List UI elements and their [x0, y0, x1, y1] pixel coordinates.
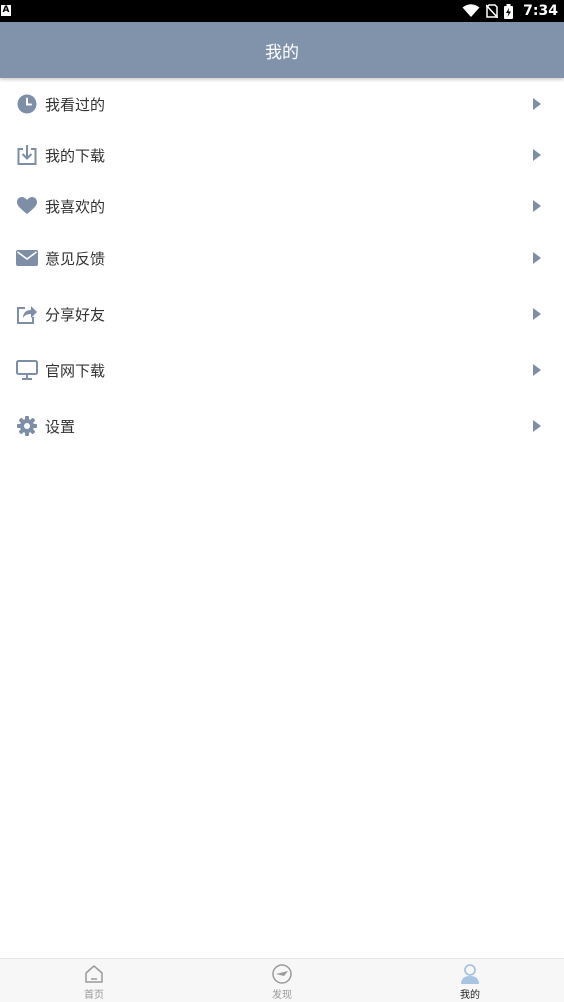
bottom-tab-bar: 首页 发现 我的 [0, 958, 564, 1002]
menu-item-label: 我喜欢的 [45, 197, 106, 216]
envelope-icon [16, 247, 38, 269]
tab-home[interactable]: 首页 [0, 959, 188, 1002]
clock: 7:34 [523, 3, 558, 19]
battery-charging-icon [504, 3, 514, 19]
menu-item-settings[interactable]: 设置 [0, 400, 564, 452]
tab-label: 发现 [272, 990, 292, 1001]
menu-item-history[interactable]: 我看过的 [0, 78, 564, 130]
notification-icon: A [1, 5, 11, 16]
chevron-right-icon [533, 98, 541, 110]
home-icon [85, 965, 103, 983]
menu-item-label: 我的下载 [45, 146, 106, 165]
chevron-right-icon [533, 200, 541, 212]
menu-item-downloads[interactable]: 我的下载 [0, 129, 564, 181]
menu-item-label: 官网下载 [45, 361, 106, 380]
history-clock-icon [16, 93, 38, 115]
chevron-right-icon [533, 364, 541, 376]
chevron-right-icon [533, 308, 541, 320]
menu-item-label: 分享好友 [45, 305, 106, 324]
monitor-icon [16, 359, 38, 381]
chevron-right-icon [533, 420, 541, 432]
heart-icon [16, 195, 38, 217]
tab-discover[interactable]: 发现 [188, 959, 376, 1002]
share-icon [16, 303, 38, 325]
app-header: 我的 [0, 22, 564, 78]
chevron-right-icon [533, 149, 541, 161]
menu-item-feedback[interactable]: 意见反馈 [0, 232, 564, 284]
wifi-icon [462, 4, 480, 17]
discover-icon [272, 964, 292, 984]
menu-item-label: 设置 [45, 417, 76, 436]
no-sim-icon [486, 4, 499, 18]
status-icons: 7:34 [462, 0, 558, 22]
page-title: 我的 [265, 42, 299, 63]
profile-icon [461, 964, 479, 984]
menu-item-label: 意见反馈 [45, 249, 106, 268]
menu-item-label: 我看过的 [45, 95, 106, 114]
status-bar: A 7:34 [0, 0, 564, 22]
menu-item-favorites[interactable]: 我喜欢的 [0, 180, 564, 232]
menu-item-share[interactable]: 分享好友 [0, 288, 564, 340]
tab-label: 首页 [84, 990, 104, 1001]
download-icon [16, 144, 38, 166]
chevron-right-icon [533, 252, 541, 264]
tab-profile[interactable]: 我的 [376, 959, 564, 1002]
menu-item-official-download[interactable]: 官网下载 [0, 344, 564, 396]
gear-icon [16, 415, 38, 437]
tab-label: 我的 [460, 990, 480, 1001]
